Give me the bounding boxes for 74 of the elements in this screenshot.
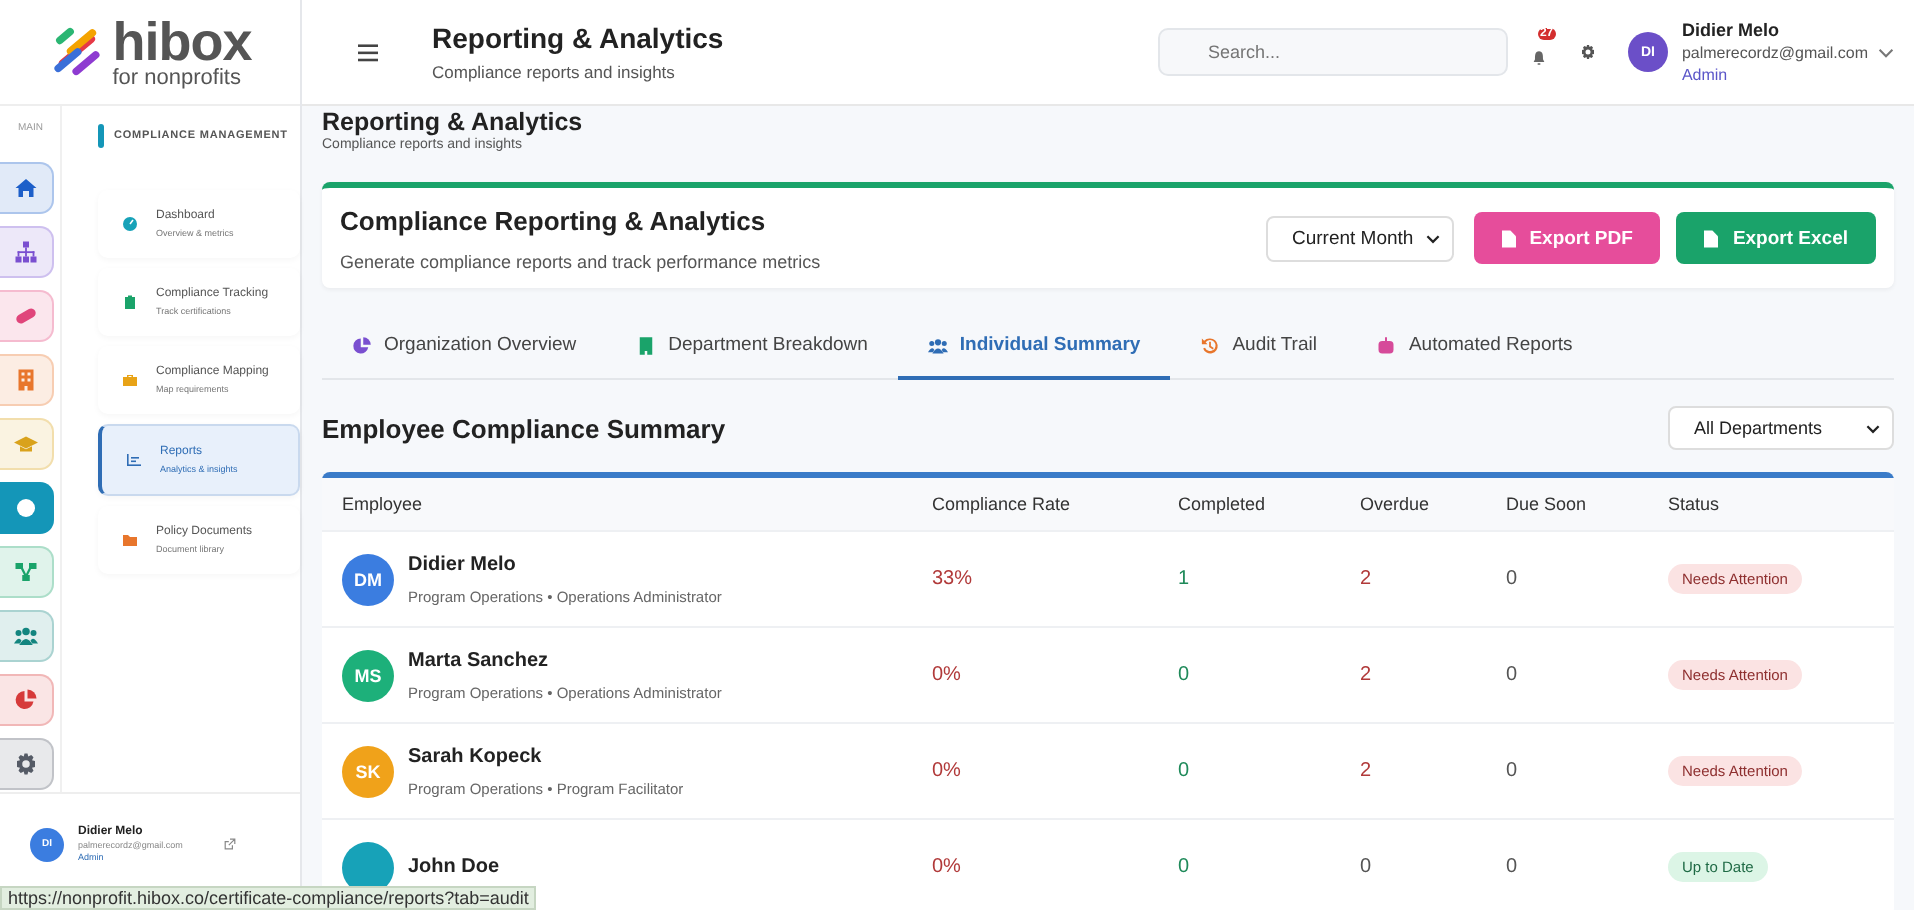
export-button[interactable]: Export PDF bbox=[1473, 212, 1661, 264]
period-dropdown[interactable]: Current Month bbox=[1265, 215, 1454, 261]
building-icon bbox=[636, 335, 657, 355]
employee-name: Marta Sanchez bbox=[408, 649, 551, 671]
tab[interactable]: Organization Overview bbox=[322, 314, 607, 380]
tab[interactable]: Department Breakdown bbox=[606, 314, 898, 380]
file-icon bbox=[1501, 229, 1516, 247]
circle-icon bbox=[14, 496, 38, 520]
bell-icon[interactable] bbox=[1531, 50, 1546, 66]
chevron-down-icon bbox=[1425, 233, 1440, 243]
completed-cell: 0 bbox=[1178, 856, 1190, 878]
tab[interactable]: Automated Reports bbox=[1346, 314, 1603, 380]
card-title: Compliance Reporting & Analytics bbox=[340, 205, 768, 235]
network-icon bbox=[14, 560, 38, 584]
completed-cell: 0 bbox=[1178, 664, 1190, 686]
header-title: Reporting & Analytics bbox=[432, 22, 726, 54]
hierarchy-icon bbox=[14, 240, 38, 264]
due-soon-cell: 0 bbox=[1506, 568, 1518, 590]
menu-icon[interactable] bbox=[358, 43, 378, 61]
employee-avatar: DM bbox=[342, 553, 394, 605]
due-soon-cell: 0 bbox=[1506, 760, 1518, 782]
overdue-cell: 2 bbox=[1360, 664, 1372, 686]
rate-cell: 0% bbox=[932, 760, 961, 782]
brand-name: hibox bbox=[112, 15, 252, 69]
column-header: Due Soon bbox=[1506, 494, 1589, 514]
section-title: Employee Compliance Summary bbox=[322, 413, 726, 443]
completed-cell: 0 bbox=[1178, 760, 1190, 782]
brand-tagline: for nonprofits bbox=[112, 67, 243, 89]
rate-cell: 33% bbox=[932, 568, 973, 590]
employee-name: Sarah Kopeck bbox=[408, 745, 544, 767]
building-icon bbox=[14, 368, 38, 392]
column-header: Employee bbox=[340, 494, 425, 514]
chevron-down-icon bbox=[1866, 423, 1880, 433]
column-header: Status bbox=[1668, 494, 1722, 514]
chevron-down-icon[interactable] bbox=[1878, 47, 1894, 57]
rate-cell: 0% bbox=[932, 856, 961, 878]
people-icon bbox=[14, 624, 38, 648]
users-icon bbox=[927, 335, 948, 355]
rail-button[interactable] bbox=[0, 482, 54, 534]
header-subtitle: Compliance reports and insights bbox=[432, 62, 677, 82]
user-email: palmerecordz@gmail.com bbox=[1681, 44, 1868, 62]
status-url: https://nonprofit.hibox.co/certificate-compliance/reports?tab=audit bbox=[0, 886, 537, 910]
employee-name: Didier Melo bbox=[408, 553, 518, 575]
overdue-cell: 2 bbox=[1360, 760, 1372, 782]
file-icon bbox=[1704, 229, 1719, 247]
overdue-cell: 2 bbox=[1360, 568, 1372, 590]
cap-icon bbox=[14, 432, 38, 456]
rate-cell: 0% bbox=[932, 664, 961, 686]
tab[interactable]: Audit Trail bbox=[1170, 314, 1347, 380]
column-header: Overdue bbox=[1360, 494, 1432, 514]
robot-icon bbox=[1376, 335, 1397, 355]
settings-icon[interactable] bbox=[1579, 44, 1596, 60]
card-description: Generate compliance reports and track performance metrics bbox=[340, 251, 823, 271]
page-title: Reporting & Analytics bbox=[322, 108, 585, 136]
due-soon-cell: 0 bbox=[1506, 664, 1518, 686]
employee-avatar: MS bbox=[342, 649, 394, 701]
completed-cell: 1 bbox=[1178, 568, 1190, 590]
tab[interactable]: Individual Summary bbox=[897, 314, 1171, 380]
overdue-cell: 0 bbox=[1360, 856, 1372, 878]
gear-icon bbox=[14, 752, 38, 776]
due-soon-cell: 0 bbox=[1506, 856, 1518, 878]
employee-avatar: SK bbox=[342, 745, 394, 797]
column-header: Completed bbox=[1178, 494, 1268, 514]
pie-icon bbox=[352, 335, 372, 355]
user-role: Admin bbox=[1681, 66, 1730, 84]
employee-name: John Doe bbox=[408, 856, 500, 878]
pie-icon bbox=[14, 688, 38, 712]
home-icon bbox=[14, 176, 38, 200]
department-dropdown[interactable]: All Departments bbox=[1668, 406, 1894, 450]
column-header: Compliance Rate bbox=[932, 494, 1073, 514]
user-name: Didier Melo bbox=[1681, 20, 1781, 40]
history-icon bbox=[1200, 335, 1221, 355]
external-link-icon[interactable] bbox=[224, 838, 237, 850]
search-field[interactable]: Search... bbox=[1157, 28, 1508, 76]
